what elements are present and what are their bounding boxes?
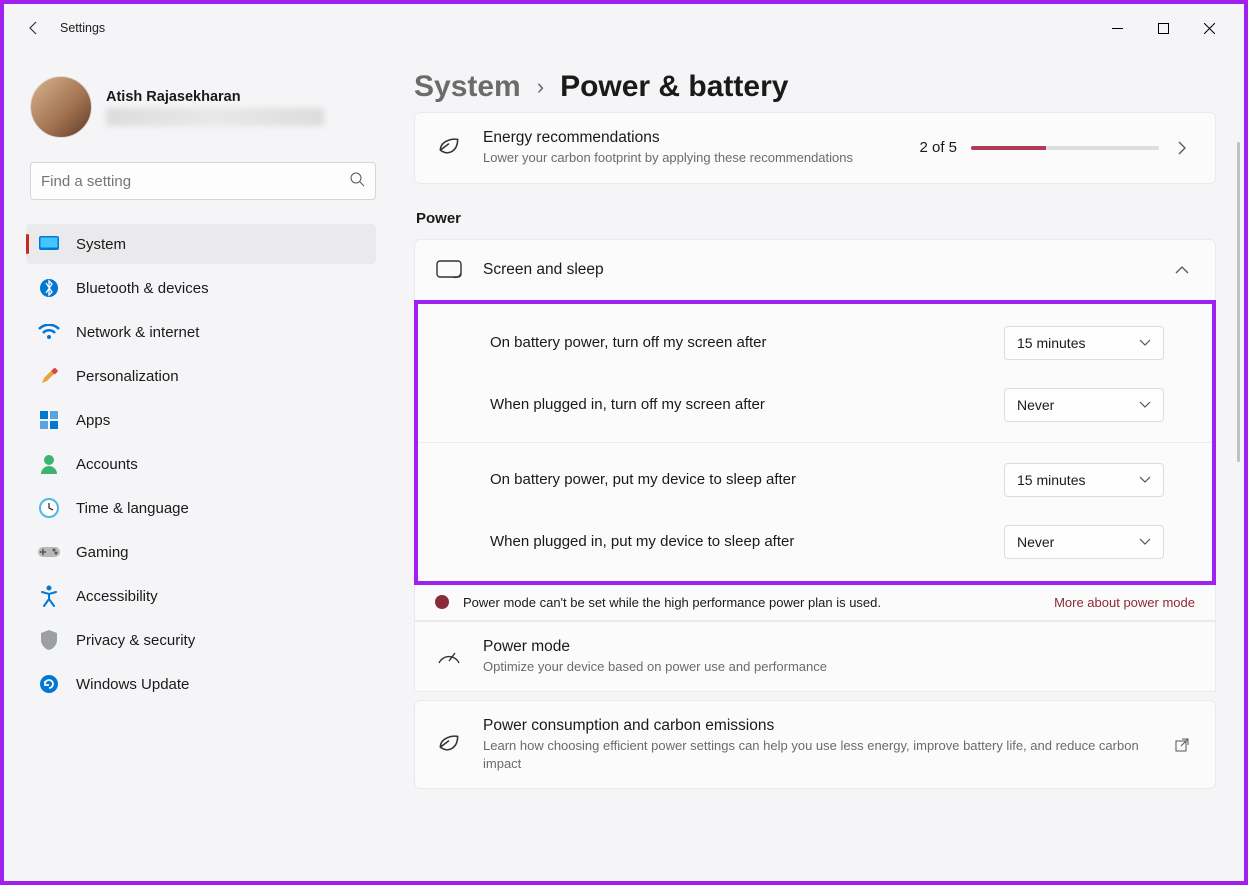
more-about-link[interactable]: More about power mode (1054, 595, 1195, 610)
sidebar-item-label: Personalization (76, 368, 179, 385)
dropdown-value: Never (1017, 534, 1139, 550)
sidebar-item-label: Bluetooth & devices (76, 280, 209, 297)
search-icon (349, 171, 365, 192)
sidebar-item-bluetooth-devices[interactable]: Bluetooth & devices (26, 268, 376, 308)
avatar (30, 76, 92, 138)
back-button[interactable] (16, 10, 52, 46)
titlebar: Settings (4, 4, 1244, 52)
banner-text: Power mode can't be set while the high p… (463, 595, 881, 610)
sidebar-item-time-language[interactable]: Time & language (26, 488, 376, 528)
setting-label: When plugged in, turn off my screen afte… (490, 396, 1004, 413)
setting-label: On battery power, put my device to sleep… (490, 471, 1004, 488)
power-mode-title: Power mode (483, 638, 1191, 656)
update-icon (38, 673, 60, 695)
bluetooth-icon (38, 277, 60, 299)
chevron-up-icon (1173, 265, 1191, 275)
emissions-card[interactable]: Power consumption and carbon emissions L… (414, 700, 1216, 789)
chevron-down-icon (1139, 471, 1151, 489)
user-name: Atish Rajasekharan (106, 89, 324, 105)
person-icon (38, 453, 60, 475)
sidebar-item-privacy-security[interactable]: Privacy & security (26, 620, 376, 660)
chevron-down-icon (1139, 396, 1151, 414)
wifi-icon (38, 321, 60, 343)
main-content: System › Power & battery Energy recommen… (386, 52, 1244, 881)
info-icon (435, 595, 449, 609)
sidebar-item-label: System (76, 236, 126, 253)
sleep-setting-row: On battery power, put my device to sleep… (418, 449, 1212, 511)
monitor-icon (38, 233, 60, 255)
sidebar-item-network-internet[interactable]: Network & internet (26, 312, 376, 352)
clock-icon (38, 497, 60, 519)
energy-title: Energy recommendations (483, 129, 899, 147)
screen-icon (435, 256, 463, 284)
speedometer-icon (435, 642, 463, 670)
setting-label: When plugged in, put my device to sleep … (490, 533, 1004, 550)
sidebar-item-label: Accounts (76, 456, 138, 473)
sidebar-item-accessibility[interactable]: Accessibility (26, 576, 376, 616)
scrollbar[interactable] (1237, 142, 1240, 462)
minimize-button[interactable] (1094, 12, 1140, 44)
energy-subtitle: Lower your carbon footprint by applying … (483, 149, 899, 167)
leaf-icon (435, 731, 463, 759)
sleep-setting-row: On battery power, turn off my screen aft… (418, 312, 1212, 374)
search-input[interactable] (41, 173, 349, 190)
sidebar-item-label: Apps (76, 412, 110, 429)
chevron-down-icon (1139, 334, 1151, 352)
app-title: Settings (60, 21, 105, 35)
chevron-right-icon: › (537, 74, 544, 100)
page-title: Power & battery (560, 70, 788, 104)
breadcrumb: System › Power & battery (414, 70, 1216, 104)
sidebar-item-personalization[interactable]: Personalization (26, 356, 376, 396)
close-button[interactable] (1186, 12, 1232, 44)
sidebar-item-apps[interactable]: Apps (26, 400, 376, 440)
energy-progress (971, 146, 1159, 150)
emissions-title: Power consumption and carbon emissions (483, 717, 1153, 735)
sleep-settings-highlighted: On battery power, turn off my screen aft… (414, 300, 1216, 585)
search-box[interactable] (30, 162, 376, 200)
emissions-subtitle: Learn how choosing efficient power setti… (483, 737, 1153, 772)
sidebar-item-label: Accessibility (76, 588, 158, 605)
sidebar-item-label: Windows Update (76, 676, 189, 693)
sidebar: Atish Rajasekharan System Bluetooth & dev… (4, 52, 386, 881)
chevron-down-icon (1139, 533, 1151, 551)
dropdown-value: 15 minutes (1017, 472, 1139, 488)
sidebar-item-gaming[interactable]: Gaming (26, 532, 376, 572)
duration-dropdown[interactable]: 15 minutes (1004, 326, 1164, 360)
screen-sleep-title: Screen and sleep (483, 261, 1153, 279)
sidebar-item-label: Gaming (76, 544, 129, 561)
sidebar-item-label: Network & internet (76, 324, 199, 341)
shield-icon (38, 629, 60, 651)
dropdown-value: 15 minutes (1017, 335, 1139, 351)
accessibility-icon (38, 585, 60, 607)
apps-icon (38, 409, 60, 431)
energy-recommendations-card[interactable]: Energy recommendations Lower your carbon… (414, 112, 1216, 184)
sleep-setting-row: When plugged in, put my device to sleep … (418, 511, 1212, 573)
user-email-blurred (106, 108, 324, 126)
duration-dropdown[interactable]: Never (1004, 388, 1164, 422)
breadcrumb-parent[interactable]: System (414, 70, 521, 104)
power-mode-banner: Power mode can't be set while the high p… (414, 585, 1216, 621)
sleep-setting-row: When plugged in, turn off my screen afte… (418, 374, 1212, 436)
power-heading: Power (416, 210, 1216, 227)
screen-sleep-expander[interactable]: Screen and sleep (414, 239, 1216, 301)
power-mode-card[interactable]: Power mode Optimize your device based on… (414, 621, 1216, 693)
duration-dropdown[interactable]: 15 minutes (1004, 463, 1164, 497)
power-mode-subtitle: Optimize your device based on power use … (483, 658, 1191, 676)
setting-label: On battery power, turn off my screen aft… (490, 334, 1004, 351)
external-link-icon (1173, 737, 1191, 753)
brush-icon (38, 365, 60, 387)
maximize-button[interactable] (1140, 12, 1186, 44)
energy-count: 2 of 5 (919, 139, 957, 156)
sidebar-item-system[interactable]: System (26, 224, 376, 264)
user-profile[interactable]: Atish Rajasekharan (26, 72, 376, 156)
leaf-icon (435, 134, 463, 162)
sidebar-item-label: Time & language (76, 500, 189, 517)
sidebar-item-windows-update[interactable]: Windows Update (26, 664, 376, 704)
sidebar-item-accounts[interactable]: Accounts (26, 444, 376, 484)
chevron-right-icon (1173, 141, 1191, 155)
dropdown-value: Never (1017, 397, 1139, 413)
gamepad-icon (38, 541, 60, 563)
sidebar-item-label: Privacy & security (76, 632, 195, 649)
duration-dropdown[interactable]: Never (1004, 525, 1164, 559)
